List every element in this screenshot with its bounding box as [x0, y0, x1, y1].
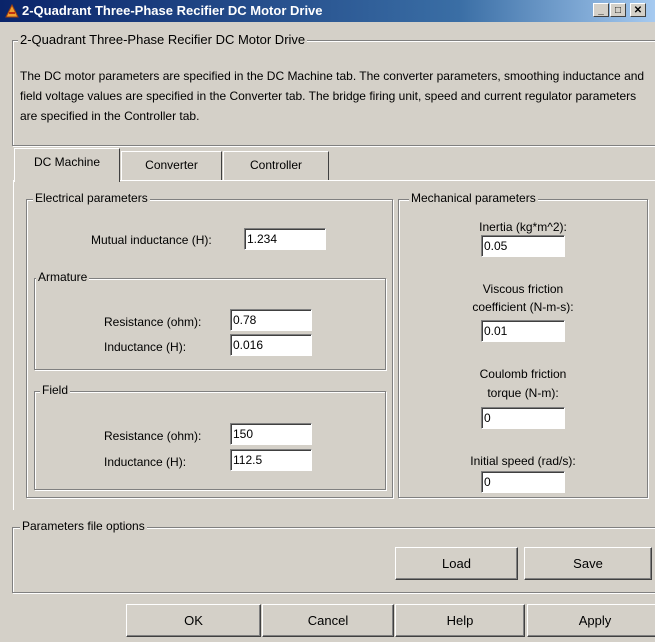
inertia-input[interactable]: 0.05 [481, 235, 565, 257]
armature-group [34, 278, 386, 370]
mutual-inductance-input[interactable]: 1.234 [244, 228, 326, 250]
description-text: The DC motor parameters are specified in… [20, 69, 645, 123]
armature-inductance-input[interactable]: 0.016 [230, 334, 312, 356]
field-resistance-input[interactable]: 150 [230, 423, 312, 445]
inertia-label: Inertia (kg*m^2): [479, 220, 567, 234]
mutual-inductance-label: Mutual inductance (H): [91, 233, 212, 247]
apply-button[interactable]: Apply [527, 604, 655, 637]
armature-resistance-input[interactable]: 0.78 [230, 309, 312, 331]
title-bar: 2-Quadrant Three-Phase Recifier DC Motor… [0, 0, 655, 22]
window-title: 2-Quadrant Three-Phase Recifier DC Motor… [22, 3, 323, 18]
maximize-button[interactable]: □ [610, 3, 626, 17]
minimize-button[interactable]: _ [593, 3, 609, 17]
coulomb-friction-label-2: torque (N-m): [487, 386, 559, 400]
simulink-logo-icon [5, 3, 19, 18]
armature-inductance-label: Inductance (H): [104, 340, 187, 354]
initial-speed-label: Initial speed (rad/s): [470, 454, 576, 468]
help-button[interactable]: Help [395, 604, 525, 637]
electrical-parameters-title: Electrical parameters [33, 191, 150, 205]
ok-button[interactable]: OK [126, 604, 261, 637]
close-button[interactable]: ✕ [630, 3, 646, 17]
field-title: Field [40, 383, 71, 397]
field-resistance-label: Resistance (ohm): [104, 429, 202, 443]
armature-title: Armature [36, 270, 90, 284]
coulomb-friction-label-1: Coulomb friction [479, 367, 567, 381]
field-group [34, 391, 386, 490]
tab-converter[interactable]: Converter [121, 151, 222, 180]
mechanical-parameters-title: Mechanical parameters [409, 191, 538, 205]
initial-speed-input[interactable]: 0 [481, 471, 565, 493]
coulomb-friction-input[interactable]: 0 [481, 407, 565, 429]
armature-resistance-label: Resistance (ohm): [104, 315, 202, 329]
field-inductance-input[interactable]: 112.5 [230, 449, 312, 471]
parameters-file-title: Parameters file options [20, 519, 147, 533]
viscous-friction-label-1: Viscous friction [482, 282, 564, 296]
tab-dc-machine[interactable]: DC Machine [14, 148, 120, 182]
description-group-title: 2-Quadrant Three-Phase Recifier DC Motor… [18, 32, 308, 47]
viscous-friction-label-2: coefficient (N-m-s): [472, 300, 574, 314]
viscous-friction-input[interactable]: 0.01 [481, 320, 565, 342]
save-button[interactable]: Save [524, 547, 652, 580]
load-button[interactable]: Load [395, 547, 518, 580]
tab-controller[interactable]: Controller [223, 151, 329, 180]
cancel-button[interactable]: Cancel [262, 604, 394, 637]
field-inductance-label: Inductance (H): [104, 455, 187, 469]
